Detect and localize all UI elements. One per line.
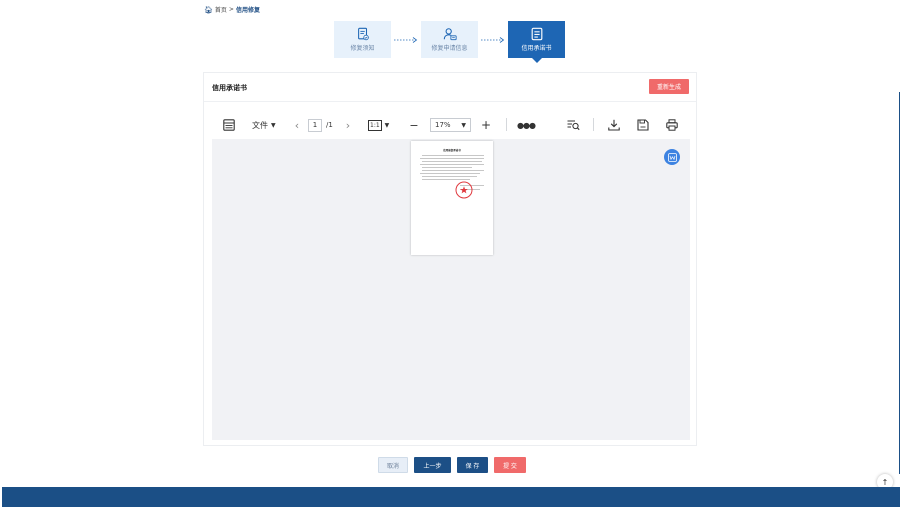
text-line: [422, 176, 477, 177]
panel-header: 信用承诺书 重新生成: [204, 73, 696, 102]
save-file-icon[interactable]: [636, 118, 650, 132]
scrollbar[interactable]: [899, 92, 900, 474]
step-arrow: [391, 36, 421, 44]
print-icon[interactable]: [665, 118, 679, 132]
breadcrumb-current: 信用修复: [235, 7, 260, 14]
panel-title: 信用承诺书: [212, 84, 247, 92]
file-menu[interactable]: 文件 ▼: [252, 118, 276, 132]
text-line: [422, 161, 482, 162]
search-document-icon[interactable]: [566, 118, 580, 132]
form-actions: 取消 上一步 保 存 提 交: [378, 457, 526, 473]
toolbar-divider: [593, 118, 594, 131]
breadcrumb-home[interactable]: 首页: [215, 5, 227, 14]
toolbar-divider: [506, 118, 507, 131]
download-icon[interactable]: [607, 118, 621, 132]
breadcrumb-separator: >: [228, 6, 234, 13]
pdf-viewer[interactable]: 信用修复承诺书: [212, 139, 690, 440]
home-icon[interactable]: 🏠︎: [204, 6, 213, 14]
page-number-input[interactable]: 1: [308, 118, 322, 132]
text-line: [422, 167, 472, 168]
fit-mode-label: 1:1: [368, 119, 382, 131]
text-line: [420, 158, 484, 159]
document-page: 信用修复承诺书: [411, 141, 493, 255]
caret-down-icon: ▼: [271, 121, 276, 129]
step-label: 信用承诺书: [521, 45, 552, 52]
step-label: 修复须知: [350, 45, 375, 52]
page-footer: [2, 487, 900, 507]
breadcrumb: 🏠︎ 首页 > 信用修复: [204, 5, 260, 15]
zoom-in-icon[interactable]: +: [480, 118, 492, 132]
word-export-icon[interactable]: [664, 149, 680, 165]
step-commitment: 信用承诺书: [508, 21, 565, 63]
sidebar-toggle-icon[interactable]: [222, 118, 236, 132]
page-total: /1: [326, 121, 333, 129]
file-menu-label: 文件: [252, 120, 268, 130]
document-title: 信用修复承诺书: [443, 149, 461, 152]
prev-page-icon[interactable]: ‹: [292, 118, 302, 132]
commitment-panel: 信用承诺书 重新生成 文件 ▼ ‹ 1 /1 › 1:1 ▼ − 17% ▼ +…: [203, 72, 697, 446]
submit-button[interactable]: 提 交: [494, 457, 526, 473]
step-label: 修复申请信息: [431, 45, 468, 52]
regenerate-button[interactable]: 重新生成: [649, 79, 689, 94]
step-notice: 修复须知: [334, 21, 391, 58]
text-line: [422, 170, 484, 171]
caret-down-icon: ▼: [384, 121, 390, 129]
step-apply-info: 修复申请信息: [421, 21, 478, 58]
previous-step-button[interactable]: 上一步: [414, 457, 451, 473]
caret-down-icon: ▼: [461, 121, 466, 129]
text-line: [420, 164, 484, 165]
save-button[interactable]: 保 存: [457, 457, 488, 473]
cancel-button[interactable]: 取消: [378, 457, 408, 473]
pdf-toolbar: 文件 ▼ ‹ 1 /1 › 1:1 ▼ − 17% ▼ + ●●●: [212, 113, 690, 137]
zoom-select[interactable]: 17% ▼: [430, 118, 471, 132]
text-line: [420, 173, 480, 174]
document-list-icon: [531, 27, 542, 41]
next-page-icon[interactable]: ›: [343, 118, 353, 132]
step-progress: 修复须知 修复申请信息 信用承诺书: [334, 21, 565, 63]
text-line: [422, 155, 484, 156]
official-seal-icon: [455, 181, 473, 199]
document-check-icon: [357, 27, 369, 41]
step-arrow: [478, 36, 508, 44]
zoom-out-icon[interactable]: −: [409, 118, 419, 132]
user-card-icon: [443, 28, 457, 41]
more-options-icon[interactable]: ●●●: [517, 118, 536, 132]
text-line: [422, 179, 470, 180]
zoom-value: 17%: [435, 121, 451, 129]
fit-mode-menu[interactable]: 1:1 ▼: [368, 118, 389, 132]
